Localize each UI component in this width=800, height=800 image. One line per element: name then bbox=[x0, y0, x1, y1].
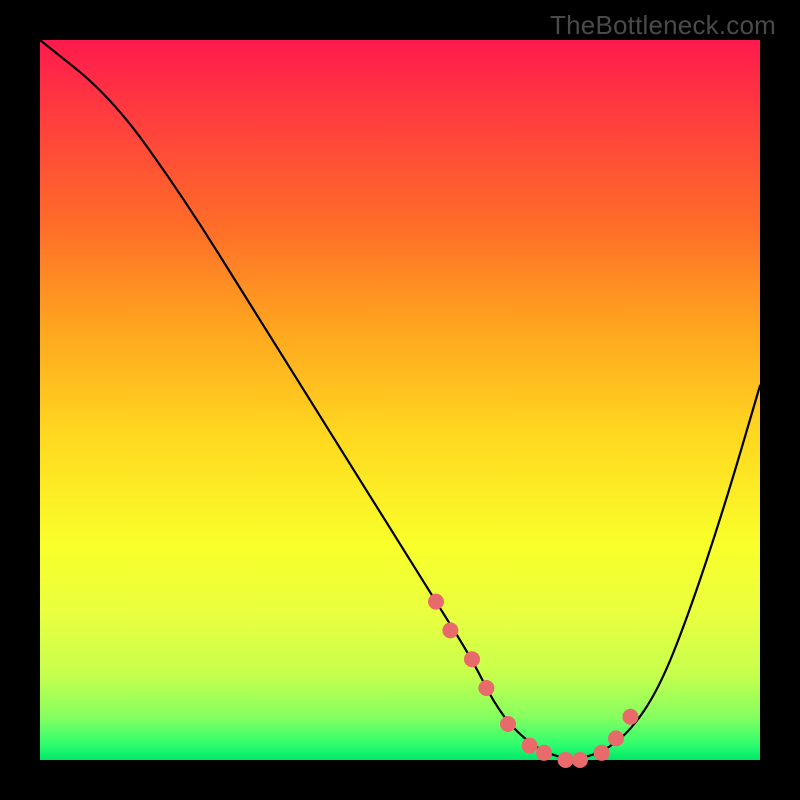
highlight-dot bbox=[522, 738, 538, 754]
highlight-dot bbox=[442, 622, 458, 638]
curve-layer bbox=[40, 40, 760, 760]
highlight-dots-group bbox=[428, 594, 638, 768]
watermark-text: TheBottleneck.com bbox=[550, 10, 776, 41]
highlight-dot bbox=[464, 651, 480, 667]
highlight-dot bbox=[428, 594, 444, 610]
highlight-dot bbox=[608, 730, 624, 746]
bottleneck-curve-path bbox=[40, 40, 760, 758]
highlight-dot bbox=[572, 752, 588, 768]
highlight-dot bbox=[478, 680, 494, 696]
highlight-dot bbox=[622, 709, 638, 725]
highlight-dot bbox=[594, 745, 610, 761]
highlight-dot bbox=[500, 716, 516, 732]
highlight-dot bbox=[558, 752, 574, 768]
chart-frame: TheBottleneck.com bbox=[0, 0, 800, 800]
highlight-dot bbox=[536, 745, 552, 761]
